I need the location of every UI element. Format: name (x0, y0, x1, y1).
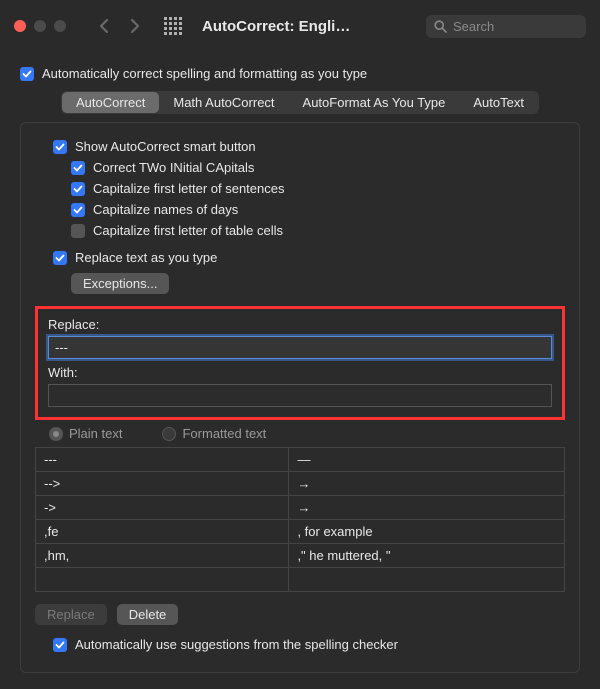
checkbox-label: Show AutoCorrect smart button (75, 139, 256, 154)
radio-formatted-text[interactable]: Formatted text (162, 426, 266, 441)
tab-math-autocorrect[interactable]: Math AutoCorrect (159, 92, 288, 113)
radio-icon (162, 427, 176, 441)
table-cell-to[interactable]: — (289, 448, 564, 471)
autocorrect-table[interactable]: --- — --> → -> → ,fe , for example ,hm, … (35, 447, 565, 592)
zoom-window-button[interactable] (54, 20, 66, 32)
radio-plain-text[interactable]: Plain text (49, 426, 122, 441)
titlebar: AutoCorrect: Engli… Search (0, 0, 600, 52)
tabbar: AutoCorrect Math AutoCorrect AutoFormat … (61, 91, 539, 114)
table-cell-to[interactable]: → (289, 496, 564, 519)
window-title: AutoCorrect: Engli… (202, 18, 350, 35)
tab-autoformat[interactable]: AutoFormat As You Type (289, 92, 460, 113)
close-window-button[interactable] (14, 20, 26, 32)
table-row (36, 567, 564, 591)
delete-button[interactable]: Delete (117, 604, 179, 625)
checkbox-icon (20, 67, 34, 81)
table-cell-from[interactable]: --- (36, 448, 289, 471)
table-row: --- — (36, 447, 564, 471)
back-button[interactable] (92, 14, 116, 38)
option-capitalize-table-cells[interactable]: Capitalize first letter of table cells (71, 223, 565, 238)
option-capitalize-sentences[interactable]: Capitalize first letter of sentences (71, 181, 565, 196)
auto-correct-master-checkbox[interactable]: Automatically correct spelling and forma… (20, 66, 580, 81)
checkbox-icon (71, 224, 85, 238)
table-cell-to[interactable]: , for example (289, 520, 564, 543)
checkbox-label: Replace text as you type (75, 250, 217, 265)
tab-autotext[interactable]: AutoText (459, 92, 538, 113)
with-input[interactable] (48, 384, 552, 407)
replace-button[interactable]: Replace (35, 604, 107, 625)
checkbox-icon (71, 161, 85, 175)
search-placeholder: Search (453, 19, 494, 34)
checkbox-icon (71, 182, 85, 196)
forward-button[interactable] (122, 14, 146, 38)
with-label: With: (48, 365, 552, 380)
table-row: --> → (36, 471, 564, 495)
table-cell-to[interactable]: → (289, 472, 564, 495)
table-row: ,fe , for example (36, 519, 564, 543)
table-cell-to[interactable]: ," he muttered, " (289, 544, 564, 567)
table-cell-from[interactable] (36, 568, 289, 591)
tab-autocorrect[interactable]: AutoCorrect (62, 92, 159, 113)
show-all-icon[interactable] (164, 17, 182, 35)
exceptions-button[interactable]: Exceptions... (71, 273, 169, 294)
checkbox-label: Capitalize names of days (93, 202, 238, 217)
table-cell-to[interactable] (289, 568, 564, 591)
autocorrect-panel: Show AutoCorrect smart button Correct TW… (20, 122, 580, 673)
replace-input[interactable] (48, 336, 552, 359)
text-format-radios: Plain text Formatted text (35, 420, 565, 447)
checkbox-icon (53, 638, 67, 652)
table-cell-from[interactable]: -> (36, 496, 289, 519)
checkbox-label: Capitalize first letter of sentences (93, 181, 284, 196)
radio-label: Formatted text (182, 426, 266, 441)
checkbox-icon (71, 203, 85, 217)
window-controls (14, 20, 66, 32)
table-cell-from[interactable]: ,hm, (36, 544, 289, 567)
checkbox-label: Correct TWo INitial CApitals (93, 160, 254, 175)
option-smart-button[interactable]: Show AutoCorrect smart button (53, 139, 565, 154)
replace-label: Replace: (48, 317, 552, 332)
table-cell-from[interactable]: --> (36, 472, 289, 495)
replace-with-section: Replace: With: (35, 306, 565, 417)
checkbox-label: Automatically correct spelling and forma… (42, 66, 367, 81)
option-replace-as-you-type[interactable]: Replace text as you type (53, 250, 565, 265)
checkbox-icon (53, 140, 67, 154)
checkbox-label: Automatically use suggestions from the s… (75, 637, 398, 652)
search-icon (434, 20, 447, 33)
radio-icon (49, 427, 63, 441)
checkbox-icon (53, 251, 67, 265)
table-cell-from[interactable]: ,fe (36, 520, 289, 543)
option-capitalize-days[interactable]: Capitalize names of days (71, 202, 565, 217)
table-row: ,hm, ," he muttered, " (36, 543, 564, 567)
search-input[interactable]: Search (426, 15, 586, 38)
checkbox-label: Capitalize first letter of table cells (93, 223, 283, 238)
minimize-window-button[interactable] (34, 20, 46, 32)
table-row: -> → (36, 495, 564, 519)
option-spelling-suggestions[interactable]: Automatically use suggestions from the s… (53, 637, 565, 652)
option-two-initial-capitals[interactable]: Correct TWo INitial CApitals (71, 160, 565, 175)
radio-label: Plain text (69, 426, 122, 441)
